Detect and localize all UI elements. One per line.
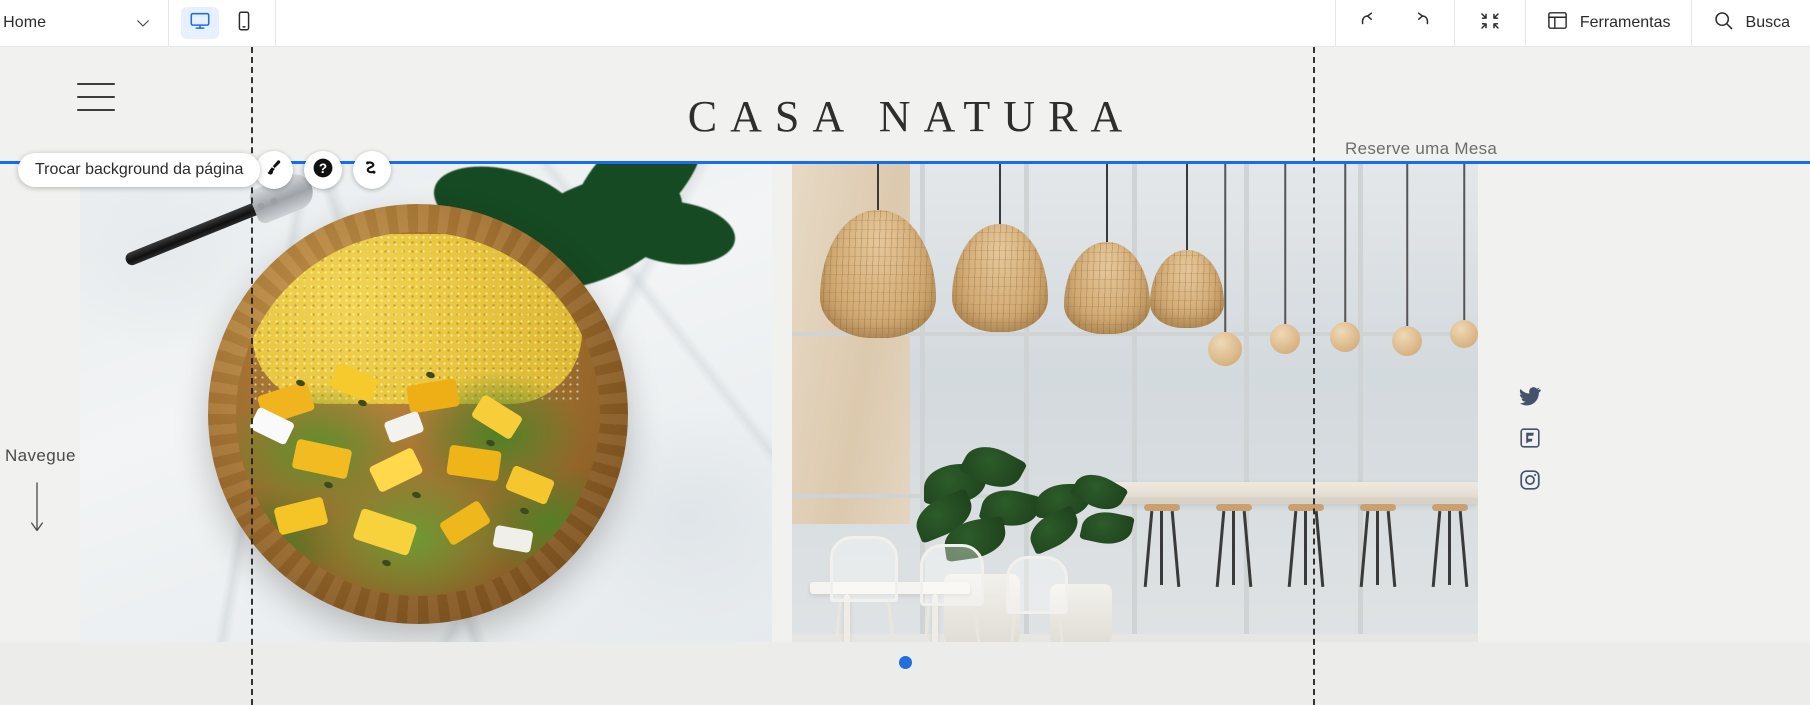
search-button[interactable]: Busca <box>1692 0 1810 47</box>
gallery-pagination <box>0 656 1810 669</box>
undo-button[interactable] <box>1354 6 1388 40</box>
gallery-slide-interior[interactable] <box>792 164 1478 656</box>
restaurant-interior-photo <box>792 164 1478 656</box>
redo-arrow-icon <box>1407 9 1431 38</box>
gallery-dot-active[interactable] <box>898 656 912 669</box>
collapse-button[interactable] <box>1473 6 1507 40</box>
hero-gallery-section[interactable]: Navegue <box>0 164 1810 705</box>
device-mobile-button[interactable] <box>225 7 263 39</box>
editor-toolbar: : Home <box>0 0 1810 47</box>
chevron-down-icon <box>132 12 154 34</box>
svg-text:?: ? <box>319 161 327 176</box>
redo-button[interactable] <box>1402 6 1436 40</box>
motion-path-icon <box>361 157 383 184</box>
device-switcher <box>169 0 275 47</box>
change-background-button[interactable] <box>255 151 293 189</box>
twitter-bird-icon[interactable] <box>1518 384 1542 408</box>
help-button[interactable]: ? <box>304 151 342 189</box>
reserve-table-link[interactable]: Reserve uma Mesa <box>1345 139 1497 159</box>
paintbrush-icon <box>264 158 284 183</box>
arrow-down-icon <box>30 482 44 534</box>
page-selector-label: : Home <box>0 14 47 31</box>
editor-window: : Home <box>0 0 1810 705</box>
page-selector[interactable]: : Home <box>0 0 168 46</box>
search-button-label: Busca <box>1745 14 1790 31</box>
monitor-icon <box>189 10 211 37</box>
site-title: CASA NATURA <box>687 92 1136 141</box>
wooden-bowl <box>208 204 628 624</box>
social-links <box>1518 384 1542 492</box>
view-actions <box>1455 0 1525 47</box>
collapse-arrows-icon <box>1478 9 1502 38</box>
instagram-icon[interactable] <box>1518 468 1542 492</box>
question-mark-icon: ? <box>311 156 335 185</box>
foursquare-icon[interactable] <box>1518 426 1542 450</box>
editor-stage: CASA NATURA Reserve uma Mesa ? Trocar ba… <box>0 47 1810 705</box>
device-desktop-button[interactable] <box>181 7 219 39</box>
section-action-bubbles: ? <box>255 151 391 189</box>
background-tooltip: Trocar background da página <box>18 153 261 187</box>
animation-button[interactable] <box>353 151 391 189</box>
gallery-slide-salad[interactable] <box>80 164 772 656</box>
history-actions <box>1336 0 1454 47</box>
site-header-section[interactable]: CASA NATURA Reserve uma Mesa <box>0 47 1810 161</box>
tools-button-label: Ferramentas <box>1579 14 1671 31</box>
scroll-hint-label: Navegue <box>5 446 76 465</box>
search-icon <box>1712 9 1735 37</box>
panel-layout-icon <box>1546 9 1569 37</box>
smartphone-icon <box>233 10 255 37</box>
undo-arrow-icon <box>1359 9 1383 38</box>
tools-button[interactable]: Ferramentas <box>1526 0 1691 47</box>
page-bottom-strip <box>0 642 1810 705</box>
